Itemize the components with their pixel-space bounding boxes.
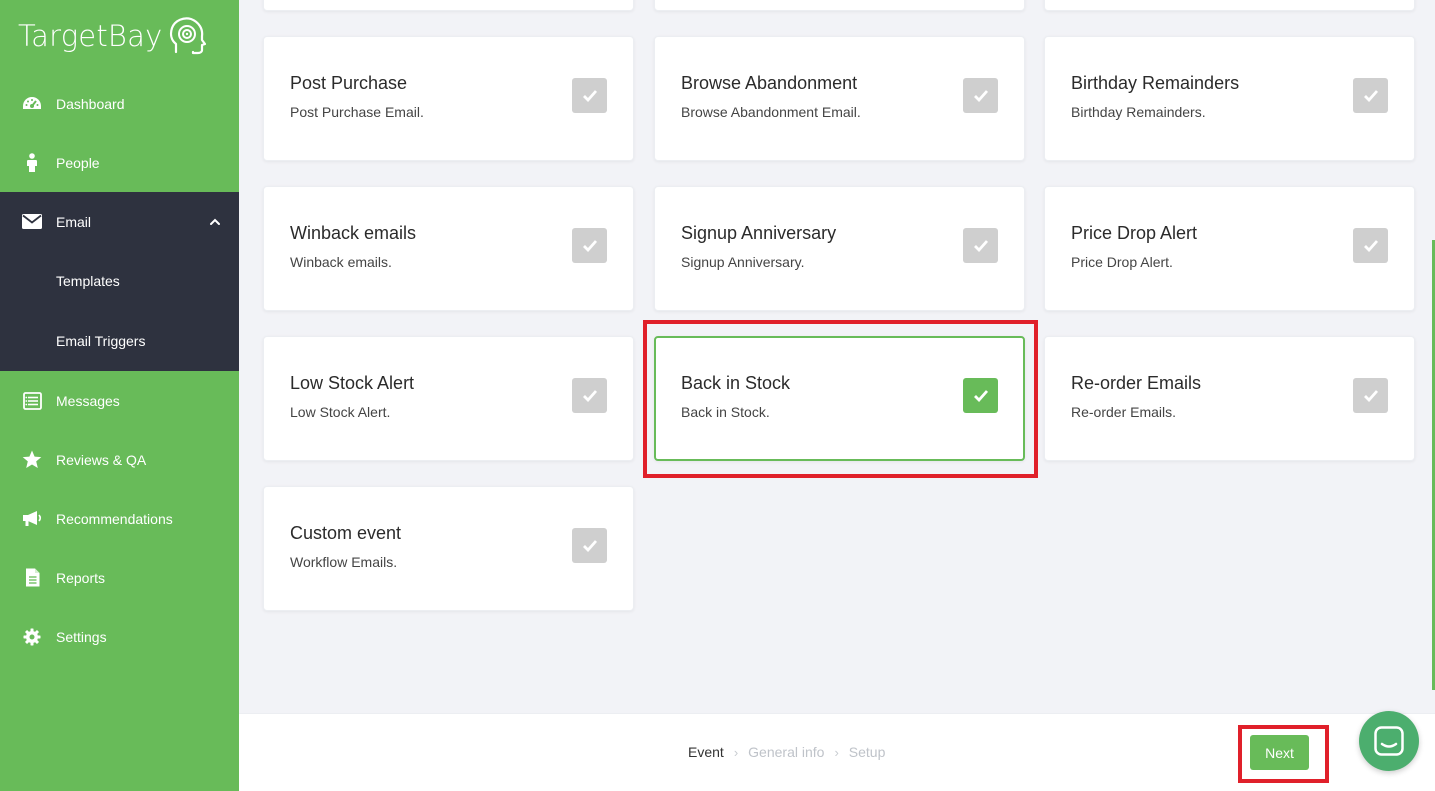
step-event[interactable]: Event <box>688 744 724 760</box>
event-card-title: Low Stock Alert <box>290 373 415 393</box>
event-card-title: Re-order Emails <box>1071 373 1202 393</box>
chevron-right-icon: › <box>834 744 839 760</box>
event-card-description: Signup Anniversary. <box>681 254 805 270</box>
sidebar-item-messages[interactable]: Messages <box>0 371 239 430</box>
checkbox[interactable] <box>572 228 607 263</box>
event-card-title: Post Purchase <box>290 73 408 93</box>
chat-launcher-button[interactable] <box>1359 711 1419 771</box>
event-selection-area: Post Purchase Post Purchase Email. Brows… <box>239 0 1435 713</box>
sidebar-item-label: Dashboard <box>56 95 125 112</box>
chevron-right-icon: › <box>733 744 739 760</box>
document-icon <box>22 568 42 588</box>
sidebar-item-reports[interactable]: Reports <box>0 548 239 607</box>
dashboard-icon <box>22 94 42 114</box>
event-card-description: Post Purchase Email. <box>290 104 424 120</box>
check-icon <box>582 390 597 402</box>
messages-icon <box>22 391 42 411</box>
event-card-post-purchase[interactable]: Post Purchase Post Purchase Email. <box>263 36 634 161</box>
event-card-description: Back in Stock. <box>681 404 770 420</box>
check-icon <box>1363 390 1378 402</box>
event-card-partial[interactable] <box>263 0 634 11</box>
sidebar-item-reviews[interactable]: Reviews & QA <box>0 430 239 489</box>
sidebar: TargetBay Dashboard People Email Templat… <box>0 0 239 791</box>
event-card-partial[interactable] <box>654 0 1025 11</box>
check-icon <box>973 90 988 102</box>
event-card-description: Low Stock Alert. <box>290 404 391 420</box>
gear-icon <box>22 627 42 647</box>
sidebar-subitem-label: Templates <box>56 273 120 289</box>
checkbox[interactable] <box>1353 378 1388 413</box>
sidebar-item-people[interactable]: People <box>0 133 239 192</box>
event-card-title: Custom event <box>290 523 402 543</box>
sidebar-item-email[interactable]: Email <box>0 192 239 251</box>
sidebar-item-recommendations[interactable]: Recommendations <box>0 489 239 548</box>
sidebar-item-label: Settings <box>56 628 107 645</box>
event-card-title: Signup Anniversary <box>681 223 837 243</box>
wizard-footer: Event › General info › Setup Next <box>239 713 1435 791</box>
sidebar-item-label: Messages <box>56 392 120 409</box>
checkbox[interactable] <box>1353 78 1388 113</box>
check-icon <box>973 240 988 252</box>
event-card-description: Winback emails. <box>290 254 392 270</box>
checkbox-checked[interactable] <box>963 378 998 413</box>
logo[interactable]: TargetBay <box>18 14 207 58</box>
event-card-partial[interactable] <box>1044 0 1415 11</box>
checkbox[interactable] <box>572 378 607 413</box>
event-card-birthday-remainders[interactable]: Birthday Remainders Birthday Remainders. <box>1044 36 1415 161</box>
chat-icon <box>1374 726 1404 756</box>
star-icon <box>22 450 42 470</box>
event-card-description: Re-order Emails. <box>1071 404 1177 420</box>
step-general-info[interactable]: General info <box>748 744 824 760</box>
sidebar-subitem-label: Email Triggers <box>56 333 146 349</box>
sidebar-nav: Dashboard People Email Templates Email T… <box>0 74 239 666</box>
chevron-up-icon[interactable] <box>209 216 221 228</box>
sidebar-subitem-templates[interactable]: Templates <box>0 251 239 311</box>
event-card-signup-anniversary[interactable]: Signup Anniversary Signup Anniversary. <box>654 186 1025 311</box>
event-card-back-in-stock[interactable]: Back in Stock Back in Stock. <box>654 336 1025 461</box>
logo-text: TargetBay <box>18 19 163 53</box>
email-subnav: Templates Email Triggers <box>0 251 239 371</box>
event-card-description: Price Drop Alert. <box>1071 254 1173 270</box>
checkbox[interactable] <box>572 528 607 563</box>
checkbox[interactable] <box>1353 228 1388 263</box>
event-card-title: Winback emails <box>290 223 417 243</box>
sidebar-subitem-email-triggers[interactable]: Email Triggers <box>0 311 239 371</box>
checkbox[interactable] <box>963 228 998 263</box>
event-card-description: Browse Abandonment Email. <box>681 104 861 120</box>
next-button[interactable]: Next <box>1250 735 1309 770</box>
event-card-title: Birthday Remainders <box>1071 73 1240 93</box>
event-card-price-drop-alert[interactable]: Price Drop Alert Price Drop Alert. <box>1044 186 1415 311</box>
check-icon <box>1363 240 1378 252</box>
checkbox[interactable] <box>572 78 607 113</box>
check-icon <box>973 390 988 402</box>
event-card-browse-abandonment[interactable]: Browse Abandonment Browse Abandonment Em… <box>654 36 1025 161</box>
sidebar-item-label: Reviews & QA <box>56 451 147 468</box>
event-card-winback-emails[interactable]: Winback emails Winback emails. <box>263 186 634 311</box>
megaphone-icon <box>22 509 42 529</box>
event-card-title: Browse Abandonment <box>681 73 858 93</box>
check-icon <box>1363 90 1378 102</box>
event-card-reorder-emails[interactable]: Re-order Emails Re-order Emails. <box>1044 336 1415 461</box>
check-icon <box>582 540 597 552</box>
event-card-description: Workflow Emails. <box>290 554 398 570</box>
event-card-title: Back in Stock <box>681 373 791 393</box>
head-logo-icon <box>170 17 207 55</box>
event-card-custom-event[interactable]: Custom event Workflow Emails. <box>263 486 634 611</box>
sidebar-item-settings[interactable]: Settings <box>0 607 239 666</box>
sidebar-item-label: Email <box>56 213 92 230</box>
check-icon <box>582 240 597 252</box>
check-icon <box>582 90 597 102</box>
sidebar-item-label: Reports <box>56 569 106 586</box>
sidebar-item-label: People <box>56 154 100 171</box>
event-card-description: Birthday Remainders. <box>1071 104 1206 120</box>
envelope-icon <box>22 212 42 232</box>
event-card-low-stock-alert[interactable]: Low Stock Alert Low Stock Alert. <box>263 336 634 461</box>
step-setup[interactable]: Setup <box>849 744 886 760</box>
sidebar-item-dashboard[interactable]: Dashboard <box>0 74 239 133</box>
event-card-title: Price Drop Alert <box>1071 223 1198 243</box>
wizard-steps: Event › General info › Setup <box>688 744 885 760</box>
sidebar-item-label: Recommendations <box>56 510 173 527</box>
checkbox[interactable] <box>963 78 998 113</box>
person-icon <box>22 152 42 173</box>
